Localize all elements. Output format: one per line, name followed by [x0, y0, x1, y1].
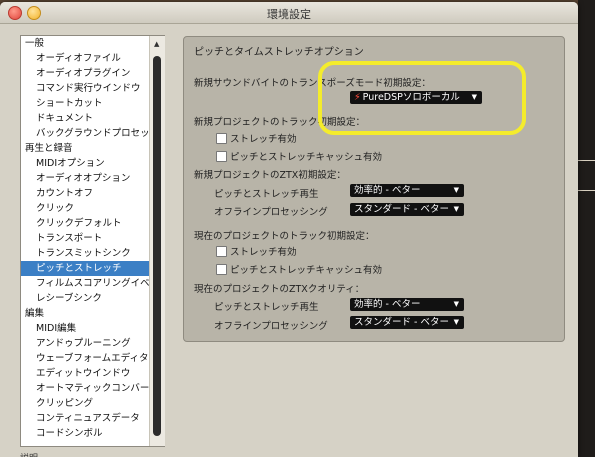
sidebar-item[interactable]: エディットウインドウ	[21, 366, 149, 381]
sidebar-item[interactable]: トランスミットシンク	[21, 246, 149, 261]
current-project-track-label: 現在のプロジェクトのトラック初期設定：	[194, 231, 375, 242]
current-pitch-playback-popup[interactable]: 効率的 - ベター ▼	[350, 298, 464, 311]
sidebar-item[interactable]: ウェーブフォームエディター	[21, 351, 149, 366]
sidebar-item[interactable]: ショートカット	[21, 96, 149, 111]
sidebar-category[interactable]: 編集	[21, 306, 149, 321]
new-stretch-label: ストレッチ有効	[230, 134, 297, 145]
sidebar-category[interactable]: 一般	[21, 36, 149, 51]
sidebar-item[interactable]: クリックデフォルト	[21, 216, 149, 231]
scrollbar-thumb[interactable]	[153, 56, 161, 436]
chevron-down-icon: ▼	[453, 186, 459, 194]
new-pitch-playback-popup[interactable]: 効率的 - ベター ▼	[350, 184, 464, 197]
new-offline-popup[interactable]: スタンダード - ベター ▼	[350, 203, 464, 216]
current-stretch-checkbox[interactable]	[216, 246, 227, 257]
sidebar-item[interactable]: ドキュメント	[21, 111, 149, 126]
sidebar-item[interactable]: コンティニュアスデータ	[21, 411, 149, 426]
category-sidebar: 一般 オーディオファイル オーディオプラグイン コマンド実行ウインドウ ショートカットド…	[20, 35, 165, 447]
sidebar-item[interactable]: ピッチとストレッチ	[21, 261, 149, 276]
current-offline-label: オフラインプロセッシング	[214, 321, 328, 332]
sidebar-item[interactable]: コードシンボル	[21, 426, 149, 441]
sidebar-item[interactable]: バックグラウンドプロセッサ	[21, 126, 149, 141]
sidebar-item[interactable]: クリック	[21, 201, 149, 216]
highlight-annotation	[318, 61, 526, 135]
sidebar-item[interactable]: フィルムスコアリングイベント	[21, 276, 149, 291]
sidebar-item[interactable]: オーディオプラグイン	[21, 66, 149, 81]
new-offline-label: オフラインプロセッシング	[214, 207, 328, 218]
sidebar-item[interactable]: オートマティックコンバージョン	[21, 381, 149, 396]
sidebar-item[interactable]: カウントオフ	[21, 186, 149, 201]
current-pitch-playback-label: ピッチとストレッチ再生	[214, 302, 319, 313]
description-label: 説明	[20, 451, 38, 457]
sidebar-item[interactable]: トランスポート	[21, 231, 149, 246]
panel-title: ピッチとタイムストレッチオプション	[194, 47, 364, 58]
chevron-down-icon: ▼	[453, 205, 459, 213]
window-title: 環境設定	[267, 8, 311, 21]
sidebar-item[interactable]: クリッピング	[21, 396, 149, 411]
sidebar-scrollbar[interactable]: ▲	[149, 36, 165, 446]
scroll-up-arrow-icon[interactable]: ▲	[154, 40, 159, 48]
sidebar-category[interactable]: 再生と録音	[21, 141, 149, 156]
new-pitch-playback-label: ピッチとストレッチ再生	[214, 189, 319, 200]
current-cache-checkbox[interactable]	[216, 264, 227, 275]
background-app-edge	[578, 0, 595, 457]
new-ztx-label: 新規プロジェクトのZTX初期設定：	[194, 170, 346, 181]
chevron-down-icon: ▼	[453, 318, 459, 326]
sidebar-item[interactable]: レシーブシンク	[21, 291, 149, 306]
category-list: 一般 オーディオファイル オーディオプラグイン コマンド実行ウインドウ ショートカットド…	[21, 36, 149, 446]
sidebar-item[interactable]: アンドゥプルーニング	[21, 336, 149, 351]
current-cache-label: ピッチとストレッチキャッシュ有効	[230, 265, 383, 276]
current-stretch-label: ストレッチ有効	[230, 247, 297, 258]
title-bar[interactable]: 環境設定	[0, 2, 578, 24]
sidebar-item[interactable]: MIDIオプション	[21, 156, 149, 171]
sidebar-item[interactable]: コマンド実行ウインドウ	[21, 81, 149, 96]
current-offline-popup[interactable]: スタンダード - ベター ▼	[350, 316, 464, 329]
current-ztx-label: 現在のプロジェクトのZTXクオリティ：	[194, 284, 365, 295]
new-cache-checkbox[interactable]	[216, 151, 227, 162]
sidebar-item[interactable]: オーディオオプション	[21, 171, 149, 186]
preferences-window: 環境設定 一般 オーディオファイル オーディオプラグイン コマンド実行ウインドウ ショー…	[0, 2, 578, 457]
chevron-down-icon: ▼	[453, 300, 459, 308]
sidebar-item[interactable]: オーディオファイル	[21, 51, 149, 66]
new-stretch-checkbox[interactable]	[216, 133, 227, 144]
sidebar-item[interactable]: MIDI編集	[21, 321, 149, 336]
new-cache-label: ピッチとストレッチキャッシュ有効	[230, 152, 383, 163]
